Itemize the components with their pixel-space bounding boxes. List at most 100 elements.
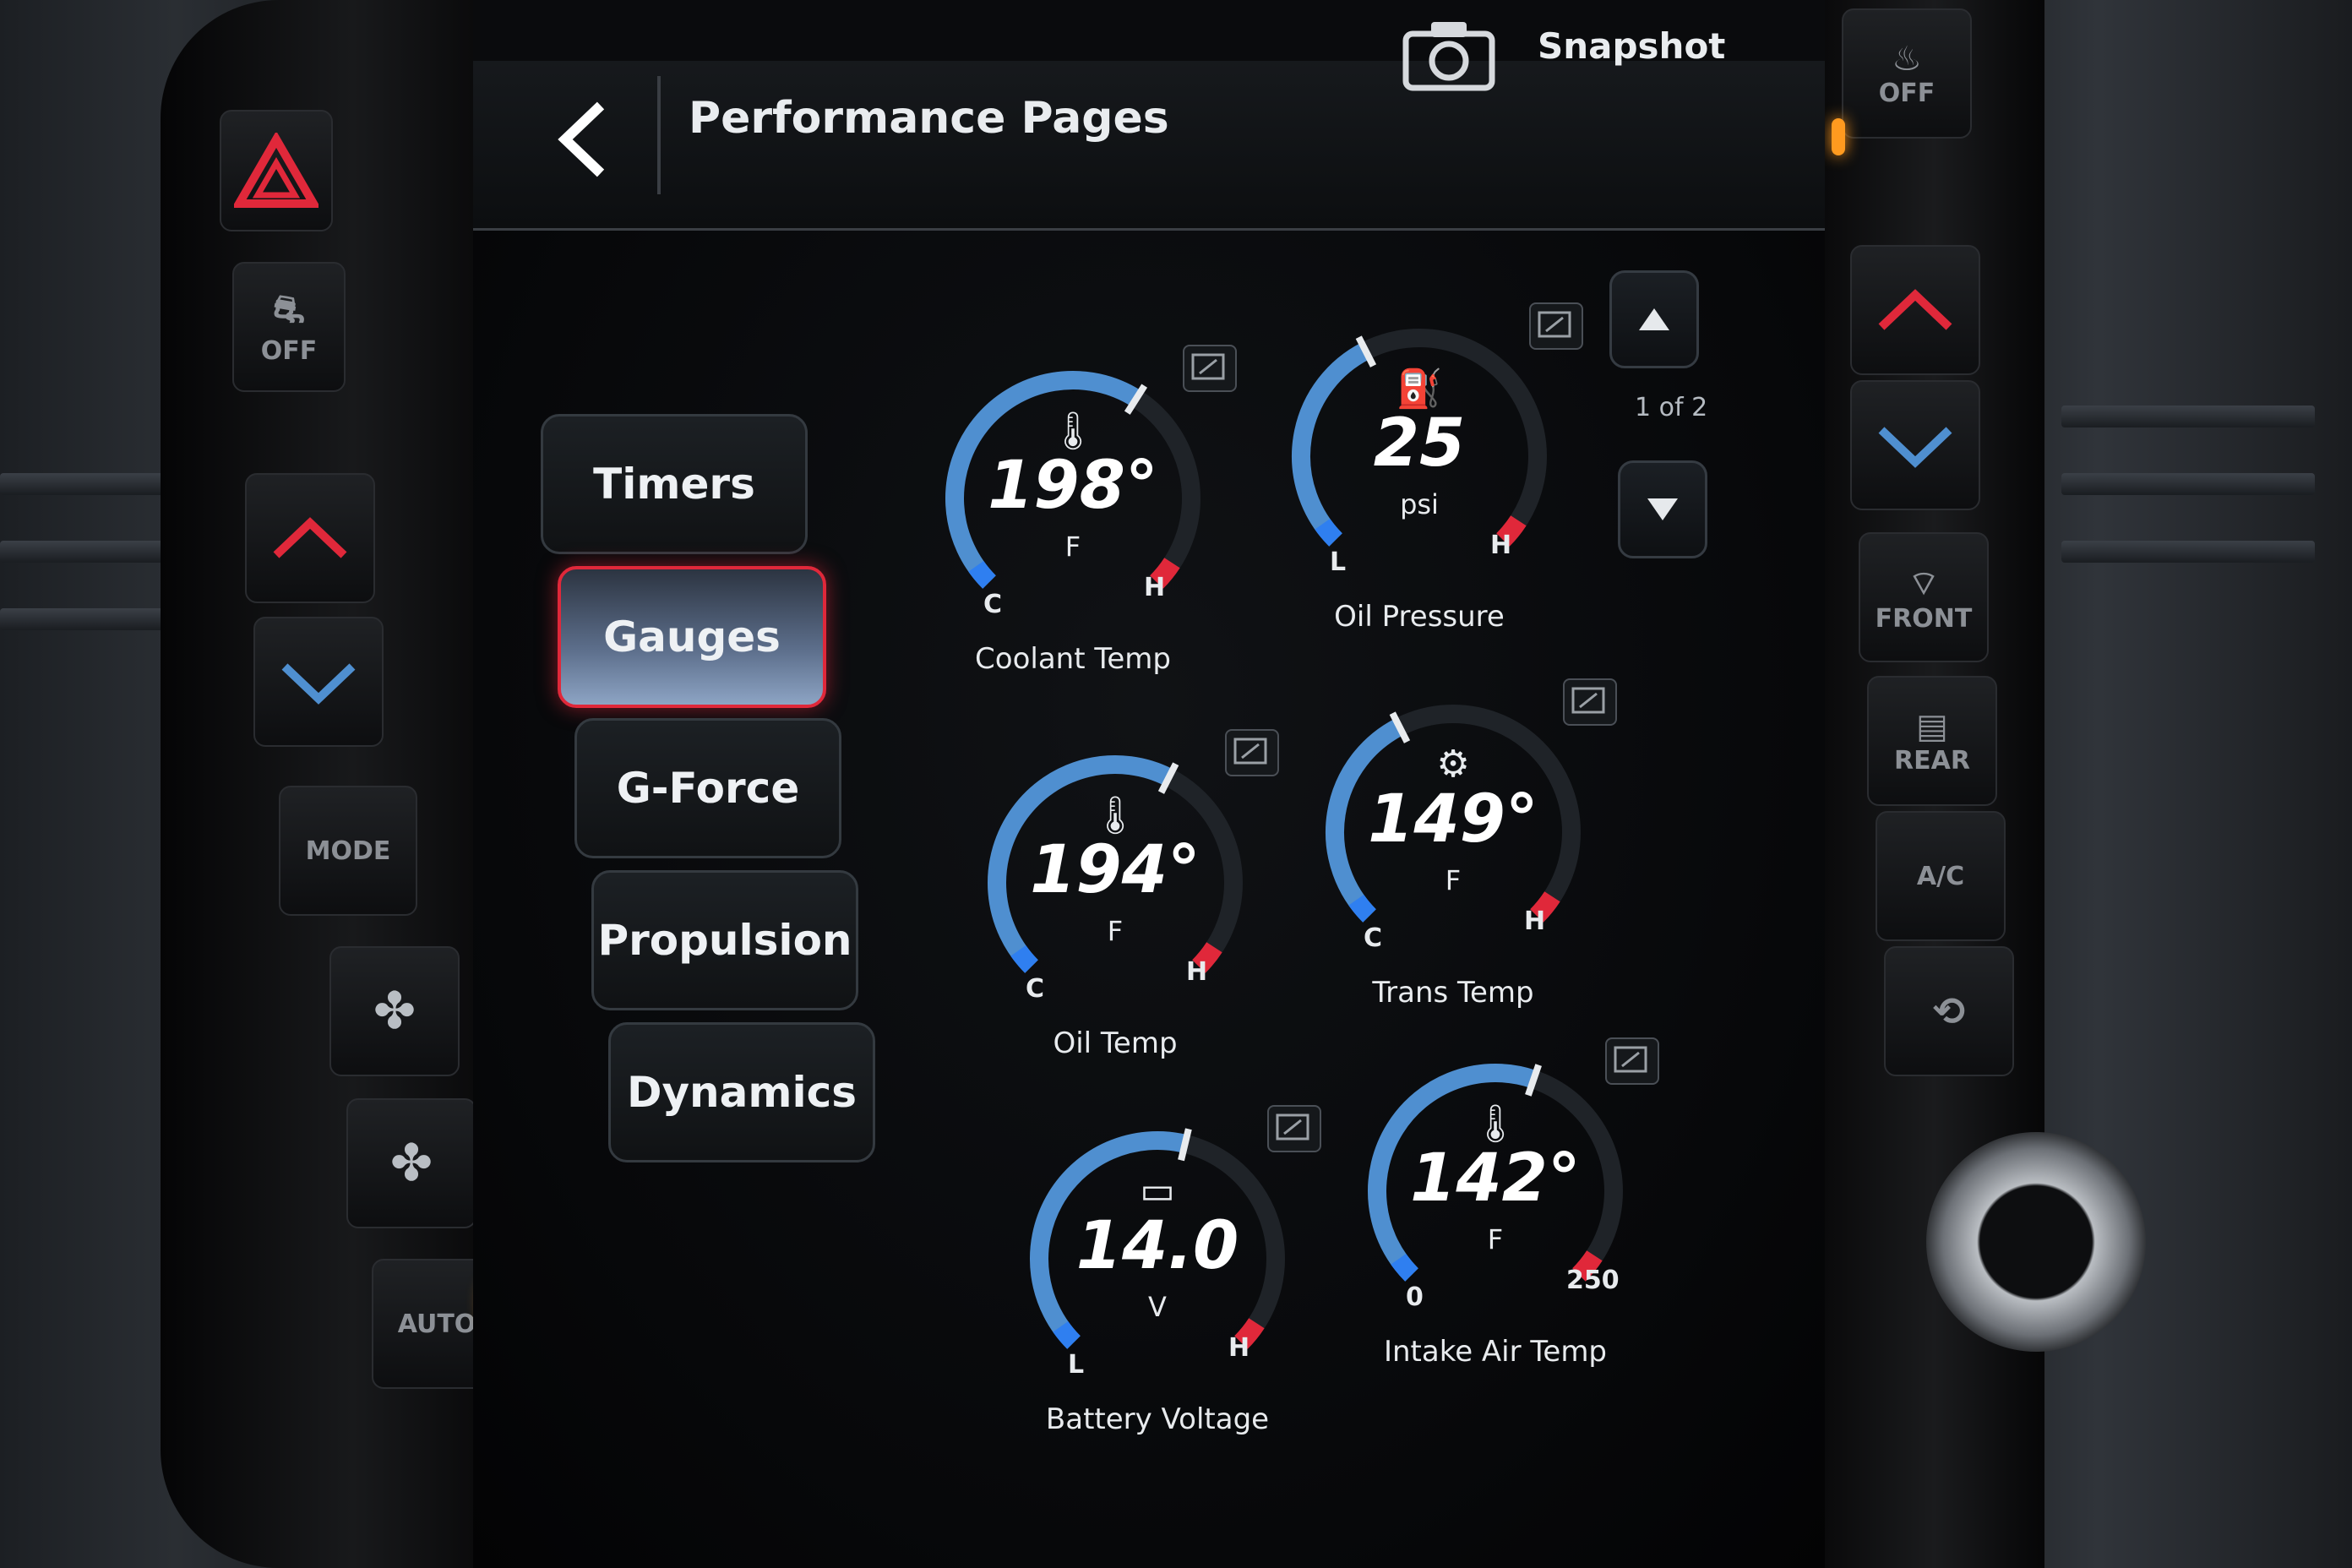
temp-down-button[interactable] bbox=[253, 617, 384, 747]
gauge-low-marker bbox=[968, 560, 996, 589]
expand-gauge-button[interactable] bbox=[1267, 1105, 1321, 1152]
recirculation-button[interactable]: ⟲ bbox=[1884, 946, 2014, 1076]
gauge-trans-temp: ⚙ 149° F C H Trans Temp bbox=[1309, 678, 1617, 1010]
mode-label: MODE bbox=[305, 836, 391, 866]
gauge-low-marker bbox=[1348, 894, 1376, 923]
expand-icon bbox=[1233, 738, 1267, 765]
hazard-icon bbox=[234, 133, 318, 208]
gauge-label: Trans Temp bbox=[1372, 976, 1534, 1010]
air-vent-slat bbox=[2061, 473, 2315, 495]
camera-icon[interactable] bbox=[1402, 15, 1495, 91]
expand-gauge-button[interactable] bbox=[1563, 678, 1617, 726]
air-vent-slat bbox=[2061, 406, 2315, 427]
front-defrost-icon: ⌔ bbox=[1908, 564, 1940, 603]
page-title: Performance Pages bbox=[689, 93, 1169, 144]
front-label: FRONT bbox=[1875, 603, 1973, 634]
heated-seat-icon: ♨ bbox=[1892, 39, 1922, 79]
gauge-high-label: H bbox=[1144, 573, 1166, 602]
expand-gauge-button[interactable] bbox=[1529, 302, 1583, 350]
tab-propulsion[interactable]: Propulsion bbox=[591, 870, 858, 1010]
gauge-coolant-temp: 🌡 198° F C H Coolant Temp bbox=[929, 345, 1237, 676]
tab-gauges[interactable]: Gauges bbox=[558, 566, 826, 708]
expand-icon bbox=[1191, 353, 1225, 380]
expand-gauge-button[interactable] bbox=[1183, 345, 1237, 392]
passenger-temp-down-button[interactable] bbox=[1850, 380, 1980, 510]
mode-button[interactable]: MODE bbox=[279, 786, 417, 916]
fan-down-icon: ✤ bbox=[389, 1134, 433, 1193]
gauge-low-marker bbox=[1315, 518, 1342, 547]
passenger-temp-up-button[interactable] bbox=[1850, 245, 1980, 375]
page-indicator: 1 of 2 bbox=[1635, 393, 1708, 422]
gauge-low-label: 0 bbox=[1406, 1282, 1424, 1312]
gauge-oil-pressure: ⛽ 25 psi L H Oil Pressure bbox=[1276, 302, 1583, 634]
tab-dynamics[interactable]: Dynamics bbox=[608, 1022, 875, 1162]
gauge-value: 142° bbox=[1410, 1141, 1581, 1217]
gauge-intake-air-temp: 🌡 142° F 0 250 Intake Air Temp bbox=[1352, 1037, 1659, 1369]
back-button[interactable] bbox=[549, 93, 617, 186]
chevron-left-icon bbox=[558, 101, 605, 177]
seat-indicator-led bbox=[1832, 118, 1845, 155]
rear-defrost-icon: ▤ bbox=[1916, 706, 1948, 746]
gauge-value: 149° bbox=[1368, 781, 1538, 858]
expand-gauge-button[interactable] bbox=[1605, 1037, 1659, 1085]
gauge-battery-voltage: ▭ 14.0 V L H Battery Voltage bbox=[1014, 1105, 1321, 1436]
gauge-value: 194° bbox=[1030, 832, 1200, 908]
gauge-high-label: H bbox=[1524, 906, 1546, 936]
gauge-high-label: H bbox=[1490, 531, 1512, 560]
thermometer-liquid-icon: 🌡 bbox=[1049, 410, 1097, 453]
tab-g-force[interactable]: G-Force bbox=[574, 718, 841, 858]
traction-control-off-button[interactable]: ⛐ OFF bbox=[232, 262, 346, 392]
right-off-label: OFF bbox=[1878, 78, 1936, 108]
hazard-button[interactable] bbox=[220, 110, 333, 231]
traction-control-icon: ⛐ bbox=[273, 288, 305, 331]
gauge-high-label: 250 bbox=[1566, 1266, 1620, 1295]
gauge-low-label: C bbox=[983, 590, 1003, 619]
gauge-low-label: C bbox=[1364, 923, 1383, 953]
gauge-low-label: L bbox=[1330, 547, 1347, 577]
infotainment-screen: Performance Pages Snapshot Timers Gauges… bbox=[473, 0, 1825, 1568]
chevron-down-icon bbox=[281, 663, 356, 705]
chevron-up-icon bbox=[273, 517, 347, 558]
tab-label: Gauges bbox=[603, 612, 781, 662]
tune-knob[interactable] bbox=[1926, 1132, 2146, 1352]
gauge-label: Intake Air Temp bbox=[1383, 1335, 1608, 1369]
chevron-up-icon bbox=[1878, 289, 1952, 330]
gauge-label: Oil Pressure bbox=[1334, 600, 1505, 634]
fan-up-icon: ✤ bbox=[373, 982, 416, 1041]
seat-heat-off-button[interactable]: ♨ OFF bbox=[1842, 8, 1972, 139]
intake-air-icon: 🌡 bbox=[1472, 1102, 1519, 1146]
gauge-unit: F bbox=[1064, 531, 1081, 563]
tab-label: Propulsion bbox=[597, 916, 852, 965]
tab-label: G-Force bbox=[616, 764, 800, 813]
gauge-low-marker bbox=[1053, 1320, 1081, 1349]
tab-timers[interactable]: Timers bbox=[541, 414, 808, 554]
gauge-value: 198° bbox=[988, 448, 1158, 524]
tab-label: Timers bbox=[593, 460, 755, 509]
rear-defrost-button[interactable]: ▤ REAR bbox=[1867, 676, 1997, 806]
fan-down-button[interactable]: ✤ bbox=[346, 1098, 476, 1228]
gauge-high-label: H bbox=[1186, 957, 1208, 987]
triangle-up-icon bbox=[1639, 308, 1669, 330]
snapshot-label[interactable]: Snapshot bbox=[1538, 25, 1725, 67]
oil-temp-icon: 🌡 bbox=[1092, 794, 1139, 837]
traction-off-label: OFF bbox=[260, 336, 318, 366]
gauge-value: 25 bbox=[1373, 406, 1466, 482]
auto-label: AUTO bbox=[397, 1309, 476, 1339]
air-vent-slat bbox=[2061, 541, 2315, 563]
page-down-button[interactable] bbox=[1618, 460, 1707, 558]
temp-up-button[interactable] bbox=[245, 473, 375, 603]
oil-can-icon: ⛽ bbox=[1396, 368, 1443, 411]
tab-label: Dynamics bbox=[626, 1068, 858, 1117]
expand-gauge-button[interactable] bbox=[1225, 729, 1279, 776]
battery-icon: ▭ bbox=[1140, 1169, 1175, 1212]
expand-icon bbox=[1276, 1113, 1309, 1141]
recirculation-icon: ⟲ bbox=[1932, 988, 1966, 1034]
front-defrost-button[interactable]: ⌔ FRONT bbox=[1859, 532, 1989, 662]
fan-up-button[interactable]: ✤ bbox=[329, 946, 460, 1076]
page-up-button[interactable] bbox=[1609, 270, 1699, 368]
gauge-oil-temp: 🌡 194° F C H Oil Temp bbox=[972, 729, 1279, 1060]
header-divider bbox=[657, 76, 661, 194]
ac-button[interactable]: A/C bbox=[1876, 811, 2006, 941]
rear-label: REAR bbox=[1894, 745, 1970, 776]
ac-label: A/C bbox=[1916, 861, 1965, 891]
